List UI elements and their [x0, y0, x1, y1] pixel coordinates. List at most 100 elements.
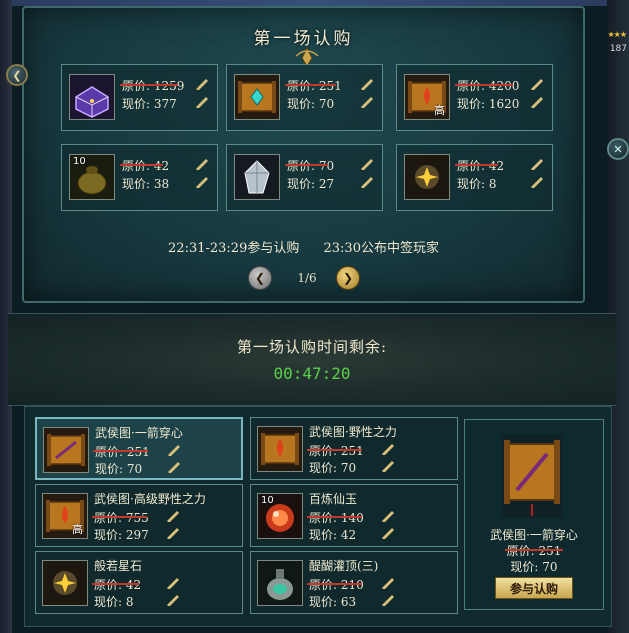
pen-icon — [531, 79, 543, 90]
page-indicator: 1/6 — [297, 271, 317, 285]
pen-icon — [167, 528, 179, 539]
current-price: 现价: 63 — [309, 595, 357, 609]
current-price: 现价: 27 — [287, 177, 335, 191]
list-item[interactable]: 武侯图·野性之力 原价: 251 现价: 70 — [250, 417, 458, 480]
current-price: 现价: 70 — [95, 462, 143, 476]
stars-icon: ★★★ — [607, 30, 626, 39]
item-quantity: 10 — [73, 156, 86, 167]
pen-icon — [196, 97, 208, 108]
list-item[interactable]: 武侯图·一箭穿心 原价: 251 现价: 70 — [35, 417, 243, 480]
original-price-row: 原价: 1259 — [120, 77, 184, 94]
strike-line — [455, 164, 499, 166]
original-price: 原价: 210 — [309, 578, 364, 592]
item-name: 武侯图·一箭穿心 — [95, 426, 183, 440]
detail-item-name: 武侯图·一箭穿心 — [490, 528, 578, 542]
pen-icon — [361, 159, 373, 170]
close-icon[interactable]: ✕ — [607, 138, 629, 160]
original-price: 原价: 251 — [309, 444, 364, 458]
back-icon[interactable]: ❮ — [6, 64, 28, 86]
crystal-icon — [234, 154, 280, 200]
pen-icon — [195, 79, 208, 90]
pen-icon — [382, 595, 394, 606]
strike-line — [285, 84, 336, 86]
scroll-icon: 高 — [404, 74, 450, 120]
current-price: 现价: 377 — [122, 97, 177, 111]
detail-original-price-row: 原价: 251 — [465, 542, 603, 559]
original-price-row: 原价: 210 — [307, 576, 364, 593]
list-item[interactable]: 般若星石 原价: 42 现价: 8 — [35, 551, 243, 614]
current-price: 现价: 70 — [287, 97, 335, 111]
pen-icon — [196, 159, 208, 170]
strike-line — [120, 164, 164, 166]
countdown-panel: 第一场认购时间剩余: 00:47:20 — [8, 313, 616, 406]
original-price: 原价: 4200 — [457, 79, 520, 93]
current-price: 现价: 70 — [309, 461, 357, 475]
star-stone-icon — [404, 154, 450, 200]
strike-line — [307, 583, 362, 585]
list-item[interactable]: 醍醐灌顶(三) 原价: 210 现价: 63 — [250, 551, 458, 614]
pen-icon — [167, 595, 179, 606]
list-item[interactable]: 10 百炼仙玉 原价: 140 现价: 42 — [250, 484, 458, 547]
item-grade-tag: 高 — [434, 104, 445, 117]
item-slot[interactable]: 原价: 42 现价: 8 — [396, 144, 553, 211]
join-subscription-button[interactable]: 参与认购 — [495, 577, 573, 599]
scroll-icon — [501, 434, 563, 518]
original-price-row: 原价: 251 — [285, 77, 342, 94]
item-slot[interactable]: 原价: 70 现价: 27 — [226, 144, 383, 211]
original-price-row: 原价: 4200 — [455, 77, 520, 94]
strike-line — [92, 583, 140, 585]
original-price: 原价: 251 — [95, 445, 150, 459]
announce-time: 23:30公布中签玩家 — [323, 241, 439, 256]
scroll-icon — [43, 427, 89, 473]
original-price: 原价: 755 — [94, 511, 149, 525]
original-price-row: 原价: 42 — [120, 157, 170, 174]
item-grade-tag: 高 — [72, 523, 83, 536]
pen-icon — [196, 177, 208, 188]
item-slot[interactable]: 高 原价: 4200 现价: 1620 — [396, 64, 553, 131]
pen-icon — [168, 445, 180, 456]
pen-icon — [531, 159, 543, 170]
pouch-icon: 10 — [69, 154, 115, 200]
original-price-row: 原价: 140 — [307, 509, 364, 526]
original-price-row: 原价: 70 — [285, 157, 334, 174]
original-price-row: 原价: 755 — [92, 509, 149, 526]
right-count: 187 — [609, 44, 627, 54]
strike-line — [307, 449, 362, 451]
list-item[interactable]: 高 武侯图·高级野性之力 原价: 755 现价: 297 — [35, 484, 243, 547]
original-price: 原价: 42 — [94, 578, 142, 592]
item-slot[interactable]: 原价: 251 现价: 70 — [226, 64, 383, 131]
pen-icon — [382, 444, 394, 455]
pen-icon — [531, 97, 543, 108]
strike-line — [92, 516, 147, 518]
countdown-time: 00:47:20 — [273, 364, 351, 383]
scroll-icon: 高 — [42, 493, 88, 539]
item-name: 武侯图·野性之力 — [309, 425, 397, 439]
pen-icon — [382, 461, 394, 472]
original-price: 原价: 140 — [309, 511, 364, 525]
item-quantity: 10 — [261, 495, 274, 506]
item-detail-panel: 武侯图·一箭穿心 原价: 251 现价: 70 参与认购 — [464, 419, 604, 610]
item-slot[interactable]: 原价: 1259 现价: 377 — [61, 64, 218, 131]
strike-line — [285, 164, 329, 166]
subscription-panel: 第一场认购 原价: 1259 现价: 377 原价: 251 现价: 70 高 … — [22, 6, 585, 303]
prev-page-button[interactable]: ❮ — [248, 266, 272, 290]
original-price: 原价: 42 — [122, 159, 170, 173]
chest-icon — [69, 74, 115, 120]
chevron-left-icon: ❮ — [254, 271, 266, 285]
scroll-icon — [257, 426, 303, 472]
original-price: 原价: 42 — [457, 159, 505, 173]
pen-icon — [167, 511, 179, 522]
star-stone-icon — [42, 560, 88, 606]
original-price-row: 原价: 42 — [455, 157, 505, 174]
detail-current-price: 现价: 70 — [510, 560, 558, 574]
chevron-right-icon: ❯ — [342, 271, 354, 285]
schedule-info: 22:31-23:29参与认购 23:30公布中签玩家 — [24, 237, 583, 256]
pen-icon — [382, 528, 394, 539]
current-price: 现价: 38 — [122, 177, 170, 191]
next-page-button[interactable]: ❯ — [336, 266, 360, 290]
current-price: 现价: 42 — [309, 528, 357, 542]
item-name: 般若星石 — [94, 559, 143, 573]
item-slot[interactable]: 10 原价: 42 现价: 38 — [61, 144, 218, 211]
original-price-row: 原价: 251 — [307, 442, 364, 459]
pen-icon — [361, 97, 373, 108]
